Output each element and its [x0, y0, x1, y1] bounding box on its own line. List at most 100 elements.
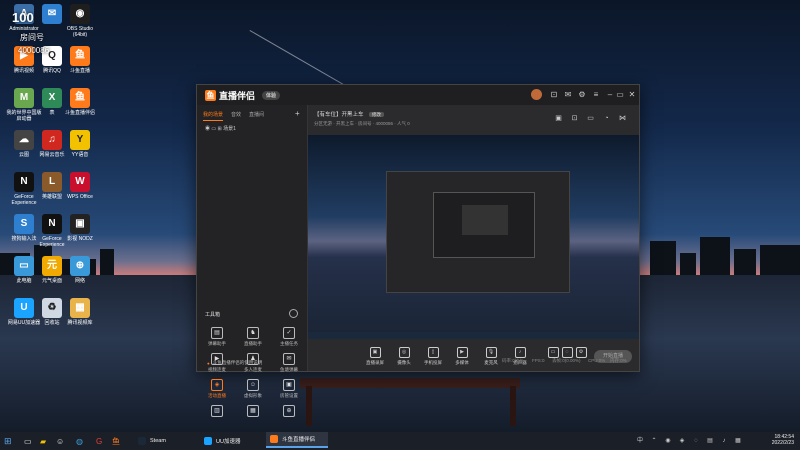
bottom-tool[interactable]: ◎ 摄像头 — [391, 347, 417, 366]
bottom-tool-icon: ▶ — [456, 347, 468, 358]
version-badge[interactable]: 体验 — [262, 91, 281, 100]
preview-nested-window-3 — [462, 205, 508, 235]
desktop-icon[interactable]: 鱼斗鱼直播伴侣 — [62, 88, 98, 116]
bottom-tool[interactable]: ▶ 多媒体 — [449, 347, 475, 366]
desktop-icon[interactable]: ▣ 影视 NODZ — [62, 214, 98, 242]
notice-bar[interactable]: ● 斗鱼直播伴侣的使用说明 — [197, 355, 307, 371]
star-streak — [249, 30, 354, 91]
network-icon[interactable]: ▤ — [706, 437, 714, 445]
toolbox-item[interactable]: ✓ 主播任务 — [275, 327, 303, 347]
toolbox-item-label: 主播任务 — [280, 341, 298, 346]
stream-sub-info: 分区无游 · 开黑上车 · 房间号 · 4000086 · 人气 0 — [314, 121, 410, 126]
lang-indicator[interactable]: 中 — [636, 437, 644, 445]
desktop-icon[interactable]: ⊕ 网络 — [62, 256, 98, 284]
desktop-icon[interactable]: ▦ 腾讯视频库 — [62, 298, 98, 326]
preview-nested-window — [386, 171, 570, 293]
skin-icon[interactable]: ⊡ — [549, 90, 559, 100]
taskbar-app-icon — [138, 437, 146, 445]
tray-icon[interactable]: ◌ — [692, 437, 700, 445]
bottom-tool-label: 手机投屏 — [424, 360, 442, 365]
screen-icon[interactable]: ▭ — [586, 114, 595, 123]
desktop-icon-image: 元 — [42, 256, 62, 276]
settings-icon[interactable]: ⚙ — [577, 90, 587, 100]
eye-icon[interactable]: ◉ — [205, 126, 210, 132]
taskbar-app[interactable]: 斗鱼直播伴侣 — [266, 432, 328, 448]
taskview-icon[interactable]: ▭ — [24, 432, 32, 450]
toolbox-item[interactable]: ⊕ — [275, 405, 303, 419]
tab-scenes[interactable]: 我的场景 — [203, 111, 224, 121]
tray-icon[interactable]: ◈ — [678, 437, 686, 445]
share-icon[interactable]: ⋈ — [618, 114, 627, 123]
desktop-icon[interactable]: 鱼斗鱼直播 — [62, 46, 98, 74]
start-button[interactable]: ⊞ — [4, 432, 12, 450]
stream-title-text: 【有车位】开黑上车 — [314, 112, 364, 118]
desktop-icon-label: OBS Studio (64bit) — [66, 26, 94, 38]
tray-icon[interactable]: ◉ — [664, 437, 672, 445]
desktop-icon-image: ▦ — [70, 298, 90, 318]
desktop-icon-image: ♻ — [42, 298, 62, 318]
stat-memory: 内存:0% — [610, 358, 627, 363]
title-bar: 鱼 直播伴侣 体验 ⊡ ✉ ⚙ ≡ – ▭ ✕ — [197, 85, 639, 105]
add-scene-icon[interactable]: + — [295, 109, 300, 118]
preview-taskbar — [308, 332, 639, 339]
live-preview[interactable] — [308, 135, 639, 339]
desktop-icon-image: ♫ — [42, 130, 62, 150]
toolbox-item-label: 直播助手 — [244, 341, 262, 346]
tab-room[interactable]: 直播间 — [249, 111, 264, 121]
toolbox-item[interactable]: ▤ 弹幕助手 — [203, 327, 231, 347]
toolbox-item[interactable]: ▦ — [239, 405, 267, 419]
toolbox-item-label: 虚拟形象 — [244, 393, 262, 398]
toolbox-item[interactable]: ▥ — [203, 405, 231, 419]
toolbox-item-icon: ▦ — [247, 405, 259, 417]
message-icon[interactable]: ✉ — [563, 90, 573, 100]
desktop-icon[interactable]: ◉ OBS Studio (64bit) — [62, 4, 98, 38]
notification-icon[interactable]: ▦ — [734, 437, 742, 445]
toolbox-settings-icon[interactable] — [289, 309, 298, 318]
gift-icon[interactable]: ▣ — [554, 114, 563, 123]
tab-sound[interactable]: 音效 — [231, 111, 241, 121]
taskbar-app-icon — [270, 435, 278, 443]
bottom-tool-icon: 🎙 — [485, 347, 497, 358]
minimize-icon[interactable]: – — [605, 90, 615, 100]
app-logo: 鱼 直播伴侣 体验 — [205, 89, 281, 102]
desktop-icon-image: ▣ — [70, 214, 90, 234]
bottom-tool-icon: ▯ — [427, 347, 439, 358]
left-panel: 我的场景 音效 直播间 + ◉ ▭ ⊞ 场景1 工具箱 ▤ 弹幕助手 ♞ 直播助手 ✓ 主… — [197, 105, 308, 417]
taskbar-app[interactable]: UU加速器 — [200, 432, 262, 450]
toolbox-item[interactable]: ☺ 虚拟形象 — [239, 379, 267, 399]
stat-dropped: 丢帧:0(0.00%) — [552, 358, 581, 363]
bell-icon[interactable]: ◔ — [602, 114, 611, 123]
toolbox-item[interactable]: ◈ 活动直播 — [203, 379, 231, 399]
bottom-tool[interactable]: ▯ 手机投屏 — [420, 347, 446, 366]
chrome-icon[interactable]: G — [96, 432, 102, 450]
avatar[interactable] — [531, 89, 542, 100]
browser-icon[interactable]: ◍ — [76, 432, 83, 450]
bottom-tool[interactable]: 🎙 麦克风 — [478, 347, 504, 366]
edit-title-button[interactable]: 修改 — [369, 112, 385, 117]
app-icon[interactable]: 鱼 — [112, 432, 120, 450]
toolbox-item[interactable]: ▣ 房管设置 — [275, 379, 303, 399]
menu-icon[interactable]: ≡ — [591, 90, 601, 100]
toolbox-item-label: 活动直播 — [208, 393, 226, 398]
taskbar-app[interactable]: Steam — [134, 432, 196, 450]
qq-icon[interactable]: ☺ — [56, 432, 64, 450]
app-name: 直播伴侣 — [219, 91, 256, 101]
desktop-icon[interactable]: W WPS Office — [62, 172, 98, 200]
app-window: 鱼 直播伴侣 体验 ⊡ ✉ ⚙ ≡ – ▭ ✕ 我的场景 音效 直播间 + ◉ … — [196, 84, 640, 417]
bottom-tool[interactable]: ▣ 直播录屏 — [362, 347, 388, 366]
lock-icon[interactable]: ⊡ — [570, 114, 579, 123]
desktop-icon-image: S — [14, 214, 34, 234]
toolbox-item[interactable]: ♞ 直播助手 — [239, 327, 267, 347]
clock[interactable]: 18:42:54 2022/2/23 — [772, 434, 794, 446]
maximize-icon[interactable]: ▭ — [615, 90, 625, 100]
desktop-icon[interactable]: Y YY语音 — [62, 130, 98, 158]
explorer-icon[interactable]: ▰ — [40, 432, 46, 450]
bottom-tool-icon: ♪ — [514, 347, 526, 358]
desktop-icon-label: YY语音 — [71, 152, 89, 158]
volume-icon[interactable]: ♪ — [720, 437, 728, 445]
scene-item[interactable]: ◉ ▭ ⊞ 场景1 — [205, 125, 236, 132]
toolbox-title: 工具箱 — [205, 312, 221, 318]
close-icon[interactable]: ✕ — [627, 90, 637, 100]
tray-icon[interactable]: ⌃ — [650, 437, 658, 445]
desktop-icon-label: 斗鱼直播伴侣 — [64, 110, 95, 116]
